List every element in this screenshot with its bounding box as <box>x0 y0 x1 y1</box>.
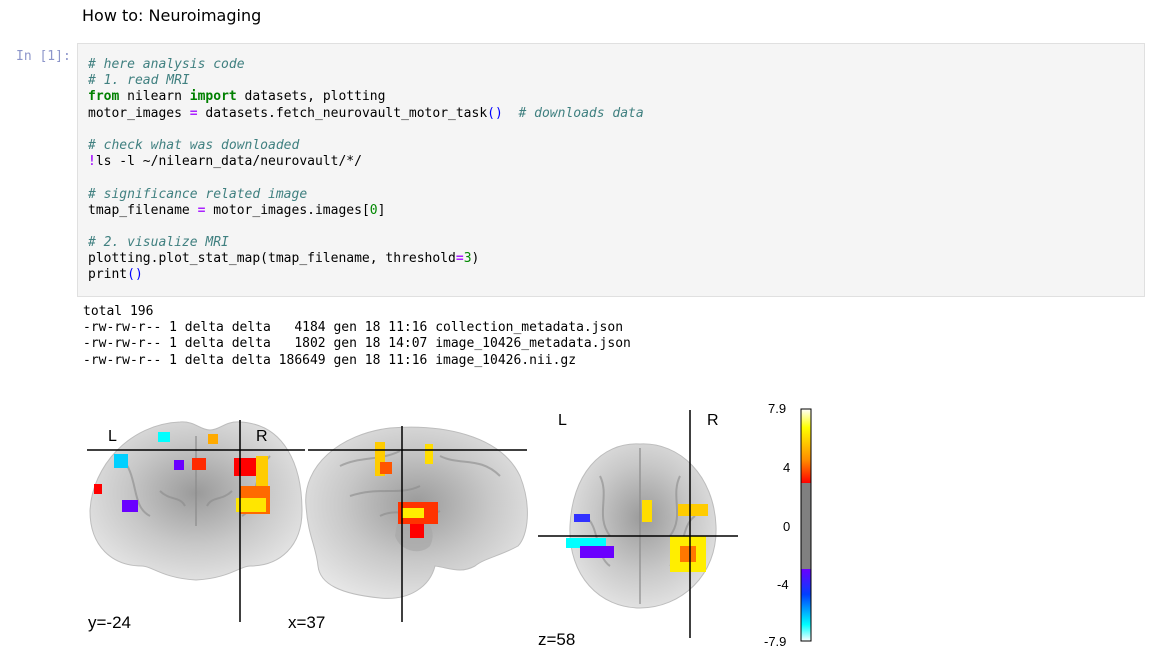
code-cell-input[interactable]: # here analysis code # 1. read MRI from ni… <box>77 43 1145 297</box>
code-token: = <box>455 251 464 267</box>
cell-output-text: total 196 -rw-rw-r-- 1 delta delta 4184 g… <box>83 304 631 369</box>
coronal-left-label: L <box>108 428 117 445</box>
colorbar-scale <box>800 408 812 642</box>
code-line: # 2. visualize MRI <box>88 235 644 251</box>
axial-left-label: L <box>558 412 567 429</box>
code-token: tmap_filename <box>88 202 198 218</box>
code-line: # significance related image <box>88 187 644 203</box>
code-token: # check what was downloaded <box>88 137 300 153</box>
code-line: tmap_filename = motor_images.images[0] <box>88 203 644 219</box>
code-token: nilearn <box>119 89 190 105</box>
axial-activation <box>574 514 590 522</box>
code-token: motor_images <box>88 105 190 121</box>
colorbar: 7.9 4 0 -4 -7.9 <box>764 401 812 649</box>
coronal-activation <box>256 456 268 486</box>
code-token: = <box>189 105 198 121</box>
coronal-slice: L R y=-24 <box>87 420 305 632</box>
code-token: ls -l ~/nilearn_data/neurovault/*/ <box>95 154 362 170</box>
output-line: -rw-rw-r-- 1 delta delta 1802 gen 18 14:… <box>83 336 631 352</box>
sagittal-activation <box>425 444 433 464</box>
output-line: -rw-rw-r-- 1 delta delta 186649 gen 18 1… <box>83 352 577 368</box>
colorbar-tick-label: 0 <box>783 519 790 534</box>
code-token: ! <box>88 154 96 170</box>
colorbar-tick-label: -4 <box>777 577 789 592</box>
sagittal-coord-label: x=37 <box>288 613 325 632</box>
code-token: datasets, plotting <box>236 89 386 105</box>
code-line: motor_images = datasets.fetch_neurovault… <box>88 106 644 122</box>
coronal-activation <box>174 460 184 470</box>
code-token: motor_images.images[ <box>205 202 370 218</box>
code-token: # 1. read MRI <box>88 73 190 89</box>
code-token: 0 <box>369 202 378 218</box>
cell-prompt: In [1]: <box>16 49 71 64</box>
code-line: print() <box>88 267 644 283</box>
coronal-activation <box>122 500 138 512</box>
output-line: total 196 <box>83 304 154 319</box>
code-token: print <box>88 267 128 283</box>
code-line: # check what was downloaded <box>88 138 644 154</box>
code-token: from <box>88 89 120 105</box>
code-token: # 2. visualize MRI <box>88 235 229 251</box>
axial-activation <box>642 500 652 522</box>
code-token: # significance related image <box>88 186 308 202</box>
stat-map-svg: L R y=-24 x=37 L R z=58 7.9 4 0 -4 -7.9 <box>87 401 812 649</box>
coronal-activation <box>94 484 102 494</box>
notebook-heading: How to: Neuroimaging <box>82 6 262 25</box>
coronal-coord-label: y=-24 <box>88 613 131 632</box>
code-line: # here analysis code <box>88 57 644 73</box>
coronal-activation <box>114 454 128 468</box>
sagittal-activation <box>410 524 424 538</box>
stat-map-figure: L R y=-24 x=37 L R z=58 7.9 4 0 -4 -7.9 <box>80 396 840 660</box>
sagittal-slice: x=37 <box>288 426 528 632</box>
axial-slice: L R z=58 <box>538 410 738 649</box>
code-token: ) <box>471 251 480 267</box>
colorbar-tick-label: 4 <box>783 460 790 475</box>
coronal-activation <box>208 434 218 444</box>
axial-right-label: R <box>707 412 719 429</box>
axial-activation <box>680 546 696 562</box>
axial-activation <box>678 504 708 516</box>
coronal-activation <box>158 432 170 442</box>
code-token: datasets.fetch_neurovault_motor_task <box>197 105 488 121</box>
sagittal-activation <box>380 462 392 474</box>
colorbar-tick-label: -7.9 <box>764 634 786 649</box>
code-token: ] <box>377 202 386 218</box>
code-token: plotting.plot_stat_map(tmap_filename, th… <box>88 251 456 267</box>
colorbar-tick-label: 7.9 <box>768 401 786 416</box>
code-editor[interactable]: # here analysis code # 1. read MRI from ni… <box>88 57 644 284</box>
code-token: import <box>189 89 237 105</box>
code-line: !ls -l ~/nilearn_data/neurovault/*/ <box>88 154 644 170</box>
axial-coord-label: z=58 <box>538 630 575 649</box>
code-token: 3 <box>463 251 472 267</box>
coronal-activation <box>192 458 206 470</box>
code-token: () <box>487 105 503 121</box>
coronal-activation <box>234 458 256 476</box>
code-line: from nilearn import datasets, plotting <box>88 89 644 105</box>
output-line: -rw-rw-r-- 1 delta delta 4184 gen 18 11:… <box>83 320 624 336</box>
code-token: # downloads data <box>518 105 644 121</box>
coronal-right-label: R <box>256 428 268 445</box>
code-token: () <box>127 267 143 283</box>
code-line: # 1. read MRI <box>88 73 644 89</box>
code-token: # here analysis code <box>88 57 245 72</box>
sagittal-activation <box>402 508 424 518</box>
axial-activation <box>580 546 614 558</box>
code-line: plotting.plot_stat_map(tmap_filename, th… <box>88 251 644 267</box>
